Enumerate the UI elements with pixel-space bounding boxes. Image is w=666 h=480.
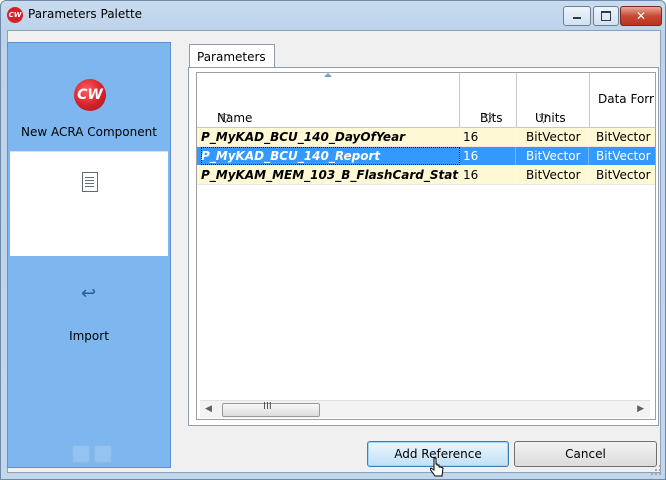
column-header-bits[interactable]: Bits ▽	[460, 73, 517, 127]
table-row[interactable]: P_MyKAM_MEM_103_B_FlashCard_Status 16 Bi…	[197, 166, 655, 184]
cell-data-format: BitVector	[596, 147, 655, 165]
table-row-selected[interactable]: P_MyKAD_BCU_140_Report 16 BitVector BitV…	[197, 147, 655, 165]
cell-units: BitVector	[526, 128, 589, 146]
cell-data-format: BitVector	[596, 128, 655, 146]
window-title: Parameters Palette	[28, 7, 143, 21]
sidebar-item-import[interactable]: ↩ Import	[8, 273, 170, 363]
cw-logo-icon: CW	[74, 79, 106, 111]
horizontal-scrollbar[interactable]: ◀ III ▶	[200, 400, 650, 418]
title-bar[interactable]: CW Parameters Palette ✕	[1, 1, 665, 29]
maximize-button[interactable]	[593, 6, 619, 26]
scroll-thumb[interactable]: III	[222, 401, 320, 417]
cell-name: P_MyKAD_BCU_140_Report	[201, 147, 460, 165]
cell-bits: 16	[463, 147, 516, 165]
cell-units: BitVector	[526, 147, 589, 165]
table-row[interactable]: P_MyKAD_BCU_140_DayOfYear 16 BitVector B…	[197, 128, 655, 146]
parameters-grid: Name ▽ Bits ▽ Units ▽ Data Forr P_MyKAD_BCU…	[196, 72, 656, 420]
remove-icon[interactable]	[94, 445, 112, 463]
resize-grip-icon[interactable]	[651, 465, 661, 475]
cell-data-format: BitVector	[596, 166, 655, 184]
cell-bits: 16	[463, 166, 516, 184]
column-header-data-format[interactable]: Data Forr	[590, 73, 655, 127]
close-icon: ✕	[635, 9, 647, 23]
scroll-left-icon[interactable]: ◀	[205, 404, 212, 414]
cell-bits: 16	[463, 128, 516, 146]
sidebar-item-new-acra-component[interactable]: CW New ACRA Component	[8, 43, 170, 149]
sidebar-item-this-file[interactable]: This File	[10, 151, 168, 256]
sidebar: CW New ACRA Component This File ↩ Import	[7, 42, 171, 468]
cell-name: P_MyKAM_MEM_103_B_FlashCard_Status	[201, 166, 460, 184]
minimize-button[interactable]	[563, 6, 591, 26]
column-header-name[interactable]: Name ▽	[197, 73, 460, 127]
mouse-cursor-icon	[430, 457, 444, 477]
sidebar-item-label: Import	[69, 329, 109, 343]
grip-icon: III	[263, 401, 272, 412]
column-header-units[interactable]: Units ▽	[517, 73, 590, 127]
scroll-right-icon[interactable]: ▶	[637, 404, 644, 414]
grid-header: Name ▽ Bits ▽ Units ▽ Data Forr	[197, 73, 655, 128]
tab-label: Parameters	[197, 50, 266, 64]
row-divider	[197, 184, 655, 185]
minimize-icon	[573, 17, 581, 19]
app-logo-icon: CW	[7, 7, 23, 23]
filter-icon[interactable]: ▽	[539, 111, 548, 125]
cell-units: BitVector	[526, 166, 589, 184]
column-label: Data Forr	[598, 92, 654, 106]
close-button[interactable]: ✕	[620, 6, 662, 26]
cell-name: P_MyKAD_BCU_140_DayOfYear	[201, 128, 460, 146]
sidebar-item-label: New ACRA Component	[21, 125, 157, 139]
maximize-icon	[601, 11, 611, 21]
sidebar-item-label: This File	[64, 230, 114, 244]
document-icon	[82, 172, 98, 192]
cancel-button[interactable]: Cancel	[514, 441, 657, 467]
sidebar-footer-buttons	[72, 445, 112, 463]
import-arrow-icon: ↩	[81, 283, 97, 304]
filter-icon[interactable]: ▽	[221, 111, 230, 125]
add-icon[interactable]	[72, 445, 90, 463]
sort-ascending-icon	[324, 73, 332, 77]
filter-icon[interactable]: ▽	[484, 111, 493, 125]
tab-parameters[interactable]: Parameters	[189, 44, 275, 69]
